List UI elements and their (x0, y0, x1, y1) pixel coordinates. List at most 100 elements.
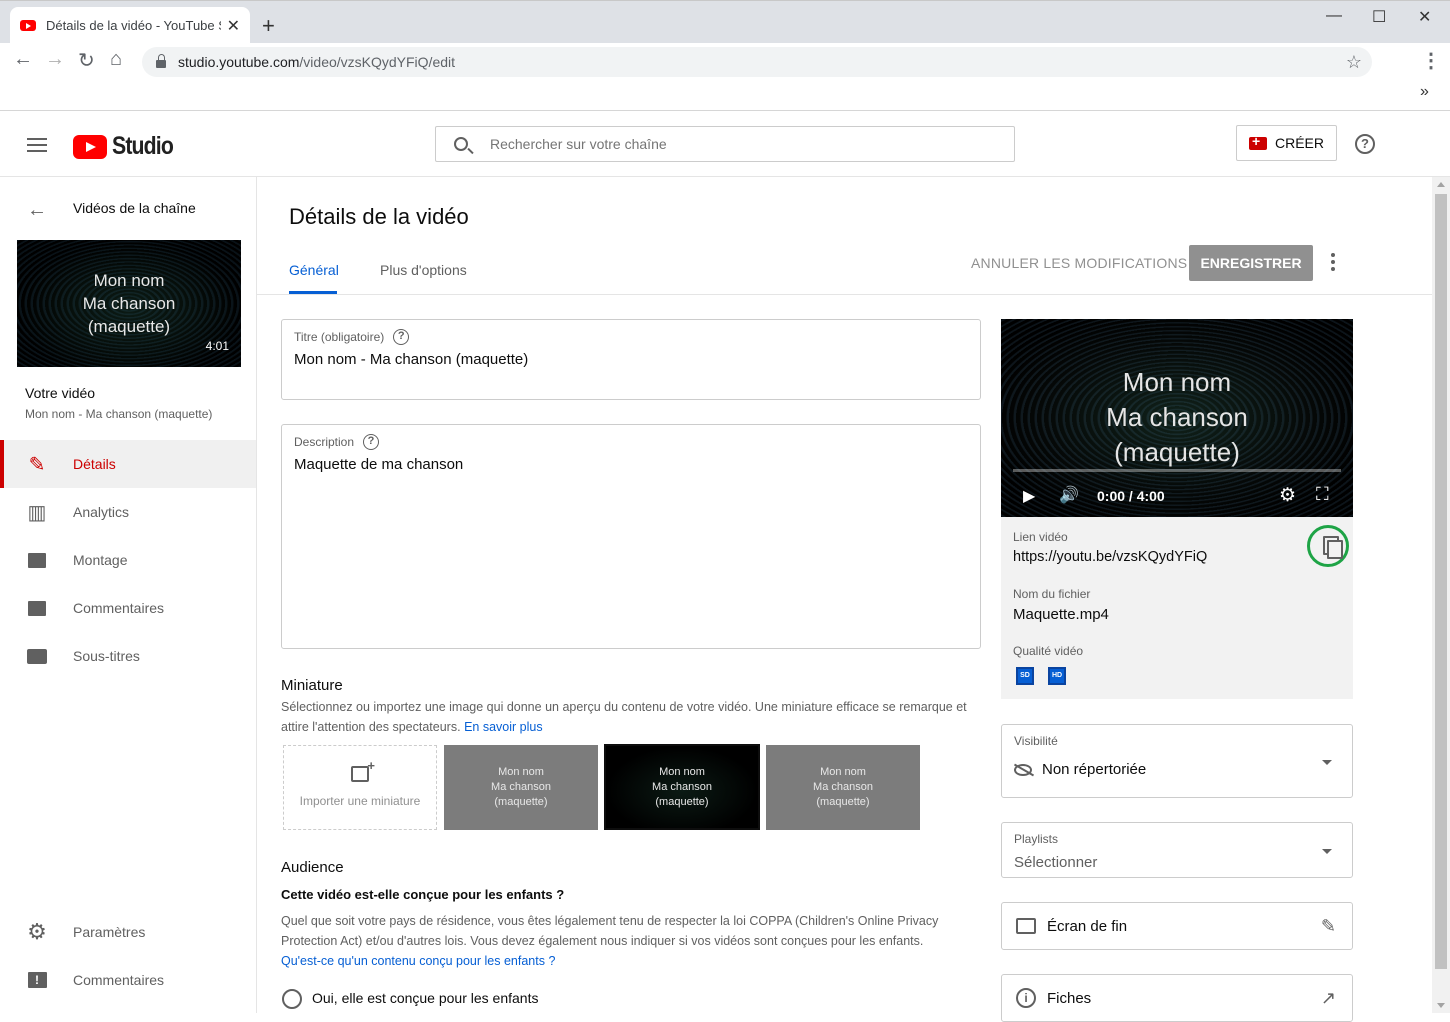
edit-pencil-icon[interactable]: ✎ (1321, 916, 1336, 937)
channel-search[interactable] (435, 126, 1015, 162)
video-link-label: Lien vidéo (1013, 530, 1068, 544)
player-settings-icon[interactable]: ⚙ (1279, 484, 1296, 507)
bookmark-overflow-icon[interactable]: » (1420, 83, 1429, 101)
video-player[interactable]: Mon nom Ma chanson (maquette) ▶ 🔊 0:00 /… (1001, 319, 1353, 517)
copy-icon[interactable] (1307, 525, 1349, 567)
your-video-label: Votre vidéo (25, 385, 96, 401)
visibility-label: Visibilité (1014, 734, 1058, 748)
visibility-value: Non répertoriée (1014, 761, 1146, 778)
player-time: 0:00 / 4:00 (1097, 488, 1165, 504)
file-name: Maquette.mp4 (1013, 606, 1109, 623)
description-field[interactable]: Description? Maquette de ma chanson (281, 424, 981, 649)
open-external-icon[interactable]: ↗ (1321, 988, 1336, 1009)
bookmark-bar: » (0, 79, 1450, 111)
sidebar-item-label: Sous-titres (73, 648, 140, 664)
video-duration: 4:01 (205, 339, 229, 353)
browser-menu-icon[interactable]: ⋮ (1421, 48, 1441, 73)
minimize-icon[interactable]: — (1326, 7, 1342, 25)
undo-changes-button[interactable]: ANNULER LES MODIFICATIONS (971, 255, 1187, 271)
browser-tab-strip: Détails de la vidéo - YouTube Studio ✕ +… (0, 0, 1450, 44)
visibility-select[interactable]: Visibilité Non répertoriée (1001, 724, 1353, 798)
audience-question: Cette vidéo est-elle conçue pour les enf… (281, 887, 565, 902)
thumbnail-description: Sélectionnez ou importez une image qui d… (281, 700, 967, 734)
hamburger-menu-icon[interactable] (27, 138, 47, 152)
sidebar-item-settings[interactable]: ⚙ Paramètres (0, 908, 256, 956)
thumb-line: Ma chanson (82, 294, 176, 313)
file-name-label: Nom du fichier (1013, 587, 1091, 601)
title-field-label: Titre (obligatoire)? (294, 329, 410, 345)
made-for-kids-link[interactable]: Qu'est-ce qu'un contenu conçu pour les e… (281, 954, 555, 968)
logo-text: Studio (112, 132, 174, 160)
thumb-line: (maquette) (87, 317, 171, 336)
page-scrollbar[interactable] (1432, 177, 1450, 1013)
scroll-down-icon[interactable] (1437, 1003, 1445, 1008)
fullscreen-icon[interactable]: ⛶ (1316, 484, 1329, 505)
sidebar-item-label: Montage (73, 552, 128, 568)
info-icon: i (1016, 988, 1036, 1008)
back-icon[interactable]: ← (13, 48, 33, 71)
playlists-label: Playlists (1014, 832, 1059, 846)
tab-close-icon[interactable]: ✕ (227, 16, 240, 36)
maximize-icon[interactable]: ☐ (1372, 7, 1386, 27)
description-input[interactable]: Maquette de ma chanson (294, 456, 463, 473)
sidebar-item-editor[interactable]: Montage (0, 536, 256, 584)
upload-thumbnail-button[interactable]: Importer une miniature (283, 745, 437, 830)
sidebar-item-details[interactable]: ✎ Détails (0, 440, 256, 488)
tab-general[interactable]: Général (289, 262, 339, 278)
help-icon[interactable]: ? (1355, 134, 1375, 154)
browser-tab[interactable]: Détails de la vidéo - YouTube Studio ✕ (10, 7, 250, 44)
audience-description: Quel que soit votre pays de résidence, v… (281, 914, 939, 968)
volume-icon[interactable]: 🔊 (1059, 485, 1079, 505)
sidebar-item-feedback[interactable]: ! Commentaires (0, 956, 256, 1004)
pencil-icon: ✎ (28, 453, 46, 476)
save-button[interactable]: ENREGISTRER (1189, 245, 1313, 281)
end-screen-icon (1016, 918, 1036, 934)
sidebar-item-label: Commentaires (73, 972, 165, 988)
thumbnail-option-selected[interactable]: Mon nom Ma chanson (maquette) (604, 744, 760, 830)
cards-button[interactable]: i Fiches ↗ (1001, 974, 1353, 1022)
title-field[interactable]: Titre (obligatoire)? Mon nom - Ma chanso… (281, 319, 981, 400)
sidebar-item-comments[interactable]: Commentaires (0, 584, 256, 632)
reload-icon[interactable]: ↻ (78, 48, 95, 73)
dropdown-caret-icon (1322, 849, 1332, 854)
thumbnail-option[interactable]: Mon nom Ma chanson (maquette) (766, 745, 920, 830)
tab-more-options[interactable]: Plus d'options (380, 262, 467, 278)
sidebar-item-analytics[interactable]: ▥ Analytics (0, 488, 256, 536)
back-arrow-icon[interactable]: ← (27, 199, 47, 222)
youtube-studio-logo[interactable]: Studio (73, 132, 184, 161)
window-close-icon[interactable]: ✕ (1418, 7, 1431, 27)
sidebar-item-subtitles[interactable]: Sous-titres (0, 632, 256, 680)
help-icon[interactable]: ? (393, 329, 410, 345)
create-button[interactable]: CRÉER (1236, 125, 1337, 161)
youtube-favicon-icon (20, 20, 36, 31)
made-for-kids-radio[interactable] (282, 989, 302, 1009)
more-actions-icon[interactable] (1331, 253, 1335, 274)
video-camera-icon (1248, 133, 1267, 150)
end-screen-label: Écran de fin (1047, 917, 1128, 935)
gear-icon: ⚙ (27, 919, 47, 944)
scroll-up-icon[interactable] (1437, 182, 1445, 187)
title-input[interactable]: Mon nom - Ma chanson (maquette) (294, 351, 528, 368)
video-link[interactable]: https://youtu.be/vzsKQydYFiQ (1013, 549, 1207, 565)
bookmark-star-icon[interactable]: ☆ (1346, 52, 1362, 73)
play-icon[interactable]: ▶ (1023, 486, 1035, 506)
home-icon[interactable]: ⌂ (110, 48, 122, 71)
player-progress-bar[interactable] (1013, 469, 1341, 472)
new-tab-button[interactable]: + (262, 13, 275, 39)
upload-thumbnail-label: Importer une miniature (299, 794, 421, 808)
search-input[interactable] (490, 136, 970, 152)
help-icon[interactable]: ? (363, 434, 380, 450)
analytics-icon: ▥ (27, 501, 47, 524)
end-screen-button[interactable]: Écran de fin ✎ (1001, 902, 1353, 950)
back-to-videos-link[interactable]: Vidéos de la chaîne (73, 200, 196, 216)
playlists-select[interactable]: Playlists Sélectionner (1001, 822, 1353, 878)
learn-more-link[interactable]: En savoir plus (464, 720, 543, 734)
made-for-kids-option-label[interactable]: Oui, elle est conçue pour les enfants (312, 990, 538, 1006)
video-thumbnail[interactable]: Mon nom Ma chanson (maquette) 4:01 (17, 240, 241, 367)
scrollbar-thumb[interactable] (1435, 194, 1447, 969)
forward-icon[interactable]: → (45, 48, 65, 71)
address-bar[interactable]: studio.youtube.com /video/vzsKQydYFiQ/ed… (142, 47, 1372, 77)
thumbnail-option[interactable]: Mon nom Ma chanson (maquette) (444, 745, 598, 830)
description-field-label: Description? (294, 434, 380, 450)
subtitles-icon (27, 646, 47, 666)
